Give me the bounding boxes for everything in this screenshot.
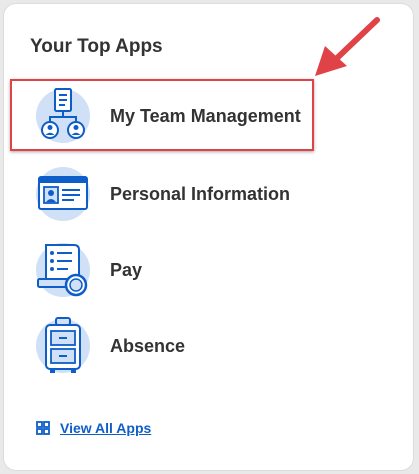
pay-receipt-icon	[36, 243, 90, 297]
app-item-personal-information[interactable]: Personal Information	[32, 162, 322, 226]
red-arrow-icon	[315, 17, 380, 76]
app-label: Pay	[110, 259, 143, 280]
app-item-pay[interactable]: Pay	[32, 238, 322, 302]
card-title: Your Top Apps	[30, 36, 163, 57]
app-label: Personal Information	[110, 183, 291, 204]
view-all-apps-label: View All Apps	[60, 420, 152, 436]
grid-icon	[36, 421, 50, 435]
highlight-box	[10, 79, 314, 151]
luggage-icon	[36, 317, 90, 373]
app-item-absence[interactable]: Absence	[32, 314, 322, 378]
view-all-apps-link[interactable]: View All Apps	[36, 420, 151, 436]
app-label: Absence	[110, 335, 186, 356]
id-card-icon	[36, 167, 90, 221]
